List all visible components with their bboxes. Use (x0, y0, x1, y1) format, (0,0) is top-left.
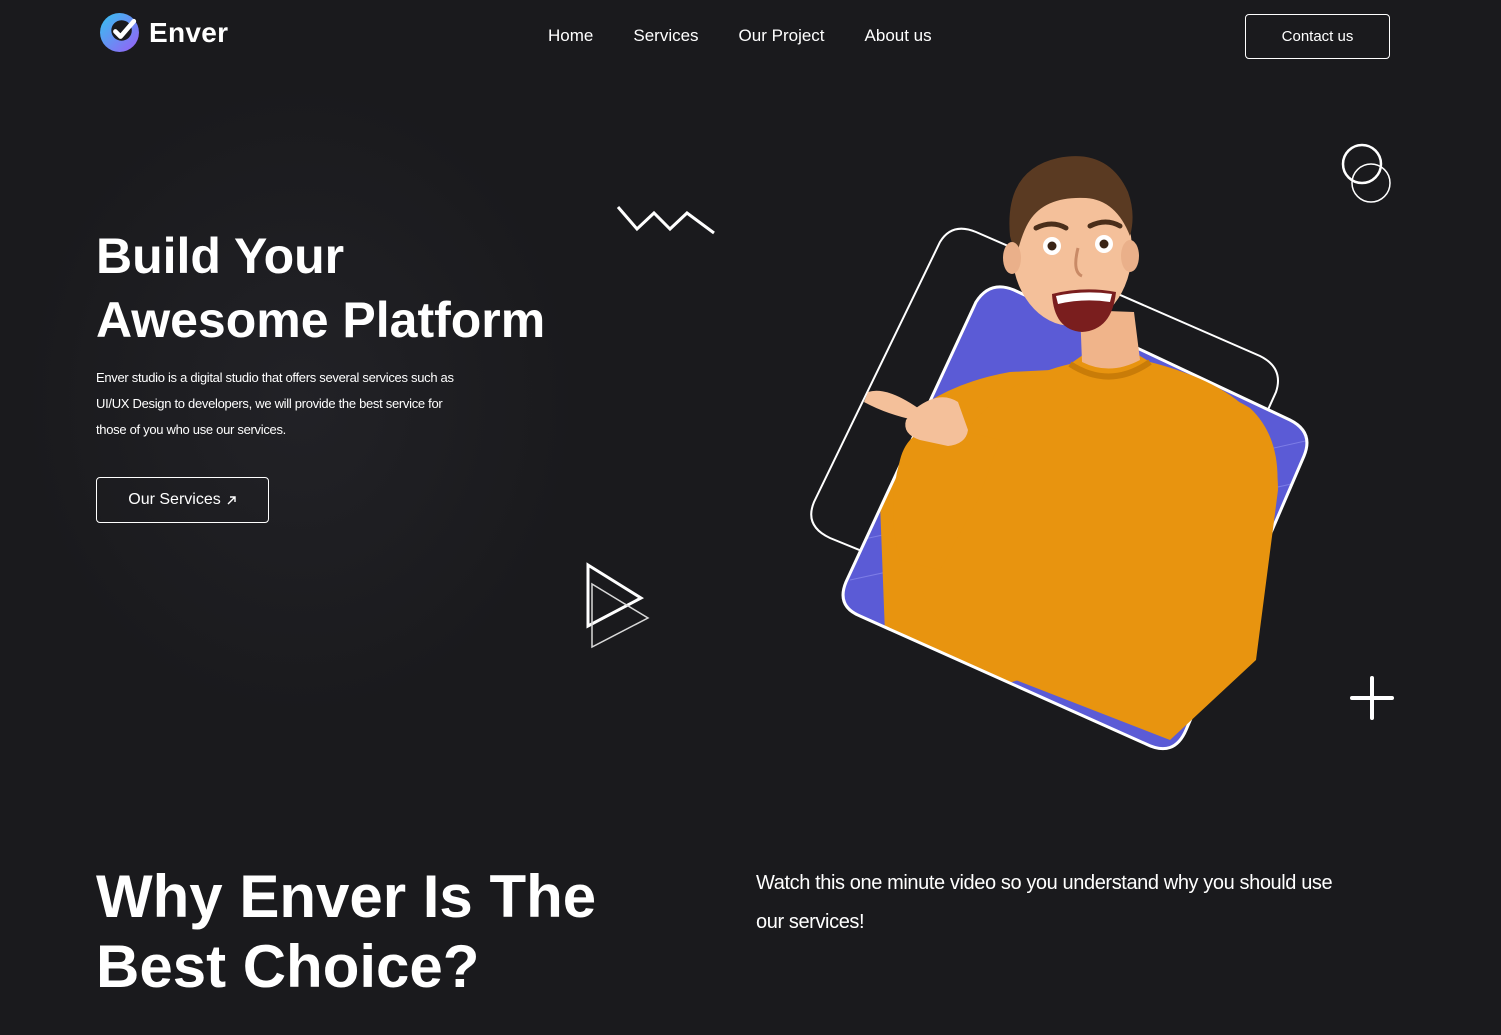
hero-image (810, 156, 1309, 751)
why-title-line1: Why Enver Is The (96, 863, 597, 930)
contact-us-button[interactable]: Contact us (1245, 14, 1390, 59)
hero-title-line2: Awesome Platform (96, 292, 546, 348)
why-title-line2: Best Choice? (96, 933, 480, 1000)
double-circle-icon (1341, 143, 1391, 203)
nav-services[interactable]: Services (633, 26, 698, 46)
plus-icon (1350, 676, 1394, 720)
brand-name: Enver (149, 16, 229, 48)
brand-logo[interactable]: Enver (99, 12, 228, 53)
why-title: Why Enver Is The Best Choice? (96, 862, 596, 1002)
nav-home[interactable]: Home (548, 26, 593, 46)
arrow-up-right-icon (227, 495, 236, 504)
enver-logo-icon (100, 13, 139, 52)
play-triangles-icon (586, 562, 650, 649)
hero-description: Enver studio is a digital studio that of… (96, 370, 454, 437)
nav-our-project[interactable]: Our Project (739, 26, 825, 46)
why-description: Watch this one minute video so you under… (756, 872, 1333, 933)
hero-title-line1: Build Your (96, 228, 345, 284)
hero-title: Build Your Awesome Platform (96, 224, 545, 352)
zigzag-icon (616, 206, 715, 235)
nav-about-us[interactable]: About us (865, 26, 932, 46)
our-services-label: Our Services (128, 491, 221, 508)
person-figure (864, 156, 1278, 740)
main-nav: Home Services Our Project About us (548, 26, 932, 46)
our-services-button[interactable]: Our Services (96, 477, 269, 523)
